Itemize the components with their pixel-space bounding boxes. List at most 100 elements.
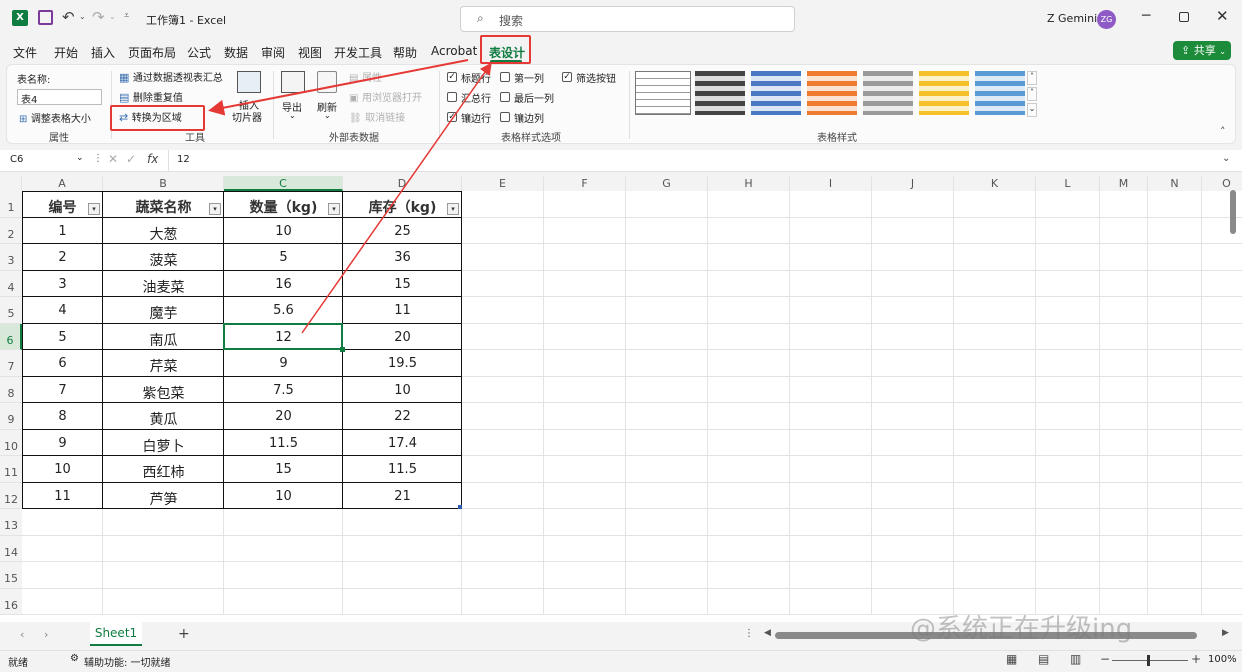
table-style-thumb[interactable] bbox=[807, 71, 857, 115]
avatar[interactable]: ZG bbox=[1097, 10, 1116, 29]
table-cell[interactable]: 5 bbox=[224, 250, 343, 265]
hscroll-left-icon[interactable]: ◀ bbox=[764, 628, 771, 638]
table-cell[interactable]: 25 bbox=[343, 224, 462, 239]
user-name[interactable]: Z Gemini bbox=[1047, 12, 1097, 25]
row-header-11[interactable]: 11 bbox=[0, 456, 22, 483]
tab-home[interactable]: 开始 bbox=[54, 44, 78, 61]
prev-sheet-icon[interactable]: ‹ bbox=[20, 628, 24, 641]
table-resize-handle[interactable] bbox=[458, 505, 462, 509]
redo-icon[interactable]: ↷ bbox=[92, 8, 105, 26]
row-header-8[interactable]: 8 bbox=[0, 376, 22, 403]
table-cell[interactable]: 17.4 bbox=[343, 436, 462, 451]
row-header-12[interactable]: 12 bbox=[0, 482, 22, 509]
column-header-l[interactable]: L bbox=[1036, 176, 1100, 191]
save-icon[interactable] bbox=[38, 10, 53, 25]
remove-duplicates-button[interactable]: ▤ 删除重复值 bbox=[119, 89, 183, 104]
column-header-k[interactable]: K bbox=[954, 176, 1036, 191]
table-cell[interactable]: 20 bbox=[343, 330, 462, 345]
collapse-ribbon-icon[interactable]: ˄ bbox=[1220, 125, 1226, 138]
table-header-cell[interactable]: 数量（kg) bbox=[224, 197, 343, 217]
refresh-button[interactable]: 刷新 ⌄ bbox=[314, 69, 344, 125]
share-button[interactable]: ⇪ 共享 ⌄ bbox=[1173, 41, 1231, 60]
undo-dropdown-icon[interactable]: ⌄ bbox=[79, 12, 86, 21]
filter-button-checkbox[interactable]: ✓ bbox=[562, 72, 572, 82]
row-header-13[interactable]: 13 bbox=[0, 509, 22, 536]
zoom-level[interactable]: 100% bbox=[1208, 654, 1237, 665]
table-cell[interactable]: 10 bbox=[343, 383, 462, 398]
table-cell[interactable]: 芦笋 bbox=[103, 489, 224, 509]
insert-slicer-button[interactable]: 插入 切片器 bbox=[231, 69, 269, 125]
normal-view-icon[interactable]: ▦ bbox=[1006, 652, 1017, 666]
filter-dropdown-icon[interactable]: ▾ bbox=[209, 202, 221, 215]
search-box[interactable]: ⌕ 搜索 bbox=[460, 6, 795, 32]
zoom-slider[interactable] bbox=[1112, 660, 1188, 661]
table-cell[interactable]: 8 bbox=[22, 409, 103, 424]
column-header-h[interactable]: H bbox=[708, 176, 790, 191]
tab-formulas[interactable]: 公式 bbox=[187, 44, 211, 61]
table-name-input[interactable]: 表4 bbox=[17, 89, 102, 106]
resize-table-button[interactable]: ⊞ 调整表格大小 bbox=[19, 110, 91, 125]
table-cell[interactable]: 6 bbox=[22, 356, 103, 371]
column-header-g[interactable]: G bbox=[626, 176, 708, 191]
table-cell[interactable]: 菠菜 bbox=[103, 250, 224, 270]
table-cell[interactable]: 南瓜 bbox=[103, 330, 224, 350]
enter-icon[interactable]: ✓ bbox=[126, 152, 136, 166]
table-cell[interactable]: 11 bbox=[22, 489, 103, 504]
export-button[interactable]: 导出 ⌄ bbox=[279, 69, 309, 125]
table-cell[interactable]: 紫包菜 bbox=[103, 383, 224, 403]
row-header-7[interactable]: 7 bbox=[0, 350, 22, 377]
table-cell[interactable]: 10 bbox=[22, 462, 103, 477]
zoom-in-icon[interactable]: + bbox=[1191, 652, 1201, 666]
table-cell[interactable]: 10 bbox=[224, 489, 343, 504]
row-header-16[interactable]: 16 bbox=[0, 588, 22, 615]
tab-data[interactable]: 数据 bbox=[224, 44, 248, 61]
tab-insert[interactable]: 插入 bbox=[91, 44, 115, 61]
zoom-slider-thumb[interactable] bbox=[1147, 655, 1150, 666]
row-header-9[interactable]: 9 bbox=[0, 403, 22, 430]
table-style-thumb[interactable] bbox=[975, 71, 1025, 115]
pivot-summary-button[interactable]: ▦ 通过数据透视表汇总 bbox=[119, 69, 223, 84]
column-header-d[interactable]: D bbox=[343, 176, 462, 191]
tab-acrobat[interactable]: Acrobat bbox=[431, 44, 477, 58]
table-cell[interactable]: 10 bbox=[224, 224, 343, 239]
hscroll-right-icon[interactable]: ▶ bbox=[1222, 628, 1229, 638]
table-cell[interactable]: 20 bbox=[224, 409, 343, 424]
row-header-2[interactable]: 2 bbox=[0, 217, 22, 244]
table-cell[interactable]: 5.6 bbox=[224, 303, 343, 318]
tab-options-icon[interactable]: ⋮ bbox=[744, 628, 754, 639]
column-header-c[interactable]: C bbox=[224, 176, 343, 191]
tab-developer[interactable]: 开发工具 bbox=[334, 44, 382, 61]
column-header-a[interactable]: A bbox=[22, 176, 103, 191]
tab-page-layout[interactable]: 页面布局 bbox=[128, 44, 176, 61]
gallery-more-icon[interactable]: ⌄ bbox=[1027, 103, 1037, 117]
more-options-icon[interactable]: ⋮ bbox=[93, 153, 103, 164]
expand-formula-icon[interactable]: ⌄ bbox=[1222, 153, 1230, 164]
table-header-cell[interactable]: 蔬菜名称 bbox=[103, 197, 224, 217]
table-cell[interactable]: 7 bbox=[22, 383, 103, 398]
column-header-b[interactable]: B bbox=[103, 176, 224, 191]
table-style-thumb[interactable] bbox=[863, 71, 913, 115]
formula-input[interactable]: 12 bbox=[168, 150, 1218, 172]
table-cell[interactable]: 魔芋 bbox=[103, 303, 224, 323]
row-header-4[interactable]: 4 bbox=[0, 270, 22, 297]
table-style-thumb[interactable] bbox=[751, 71, 801, 115]
gallery-scroll-up-icon[interactable]: ˄ bbox=[1027, 71, 1037, 85]
row-header-15[interactable]: 15 bbox=[0, 562, 22, 589]
table-style-thumb[interactable] bbox=[695, 71, 745, 115]
tab-file[interactable]: 文件 bbox=[13, 44, 37, 61]
table-style-thumb[interactable] bbox=[919, 71, 969, 115]
gallery-scroll-down-icon[interactable]: ˅ bbox=[1027, 87, 1037, 101]
table-cell[interactable]: 16 bbox=[224, 277, 343, 292]
table-cell[interactable]: 白萝卜 bbox=[103, 436, 224, 456]
banded-rows-checkbox[interactable]: ✓ bbox=[447, 112, 457, 122]
cancel-icon[interactable]: ✕ bbox=[108, 152, 118, 166]
column-header-n[interactable]: N bbox=[1148, 176, 1202, 191]
next-sheet-icon[interactable]: › bbox=[44, 628, 48, 641]
redo-dropdown-icon[interactable]: ⌄ bbox=[109, 12, 116, 21]
name-box[interactable]: C6 ⌄ bbox=[6, 152, 88, 170]
table-cell[interactable]: 芹菜 bbox=[103, 356, 224, 376]
table-cell[interactable]: 4 bbox=[22, 303, 103, 318]
table-cell[interactable]: 21 bbox=[343, 489, 462, 504]
sheet-tab-sheet1[interactable]: Sheet1 bbox=[90, 622, 142, 646]
zoom-out-icon[interactable]: − bbox=[1100, 652, 1110, 666]
